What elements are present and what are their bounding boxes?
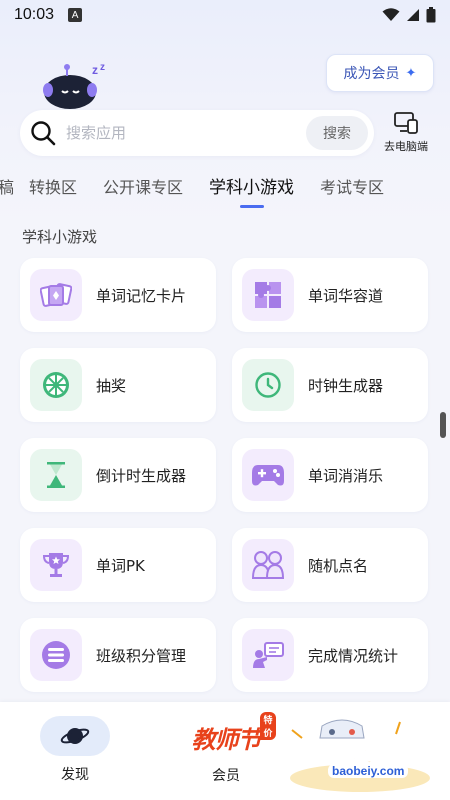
game-card-word-match[interactable]: 单词消消乐: [232, 438, 428, 512]
wifi-icon: [382, 8, 400, 21]
game-card-class-points[interactable]: 班级积分管理: [20, 618, 216, 692]
status-bar: 10:03 A: [0, 0, 450, 30]
sparkle-icon: ✦: [405, 65, 417, 81]
card-label: 完成情况统计: [308, 646, 399, 665]
tab-exam[interactable]: 考试专区: [307, 170, 397, 210]
people-icon: [242, 539, 294, 591]
card-label: 单词消消乐: [308, 466, 384, 485]
notification-icon: A: [68, 8, 83, 22]
hourglass-icon: [30, 449, 82, 501]
tab-open-class[interactable]: 公开课专区: [90, 170, 196, 210]
cards-icon: [30, 269, 82, 321]
gamepad-icon: [242, 449, 294, 501]
game-card-lottery[interactable]: 抽奖: [20, 348, 216, 422]
search-icon: [31, 121, 56, 146]
nav-discover[interactable]: 发现: [40, 716, 110, 790]
scrollbar-thumb[interactable]: [440, 412, 446, 438]
card-label: 单词PK: [96, 556, 145, 575]
trophy-icon: [30, 539, 82, 591]
watermark-url: baobeiy.com: [328, 764, 409, 778]
mascot-icon: z z: [43, 62, 105, 109]
games-grid: 单词记忆卡片 单词华容道 抽奖 时钟生成器 倒计时生成器 单词消消乐 单词PK …: [20, 258, 430, 692]
watermark-logo: 宝贝游戏网 baobeiy.com: [272, 708, 444, 794]
nav-member-label: 会员: [212, 768, 240, 784]
svg-text:z: z: [92, 63, 98, 77]
pc-link-label: 去电脑端: [384, 140, 428, 153]
clock-icon: [242, 359, 294, 411]
puzzle-icon: [242, 269, 294, 321]
card-label: 单词记忆卡片: [96, 286, 187, 305]
card-label: 时钟生成器: [308, 376, 384, 395]
teacher-festival-text: 教师节: [191, 726, 262, 754]
game-card-countdown-generator[interactable]: 倒计时生成器: [20, 438, 216, 512]
game-card-word-klotski[interactable]: 单词华容道: [232, 258, 428, 332]
go-to-pc-button[interactable]: 去电脑端: [378, 112, 434, 154]
search-bar: 搜索: [20, 110, 374, 156]
card-label: 随机点名: [308, 556, 369, 575]
presenter-icon: [242, 629, 294, 681]
coins-icon: [30, 629, 82, 681]
game-card-random-roll-call[interactable]: 随机点名: [232, 528, 428, 602]
svg-text:z: z: [100, 62, 105, 73]
game-card-word-pk[interactable]: 单词PK: [20, 528, 216, 602]
section-title: 学科小游戏: [22, 228, 98, 246]
tab-manuscript[interactable]: 稿: [0, 170, 27, 210]
card-label: 倒计时生成器: [96, 466, 187, 485]
nav-discover-pill: [40, 716, 110, 756]
game-card-word-memory-cards[interactable]: 单词记忆卡片: [20, 258, 216, 332]
search-input[interactable]: [66, 124, 306, 142]
lottery-wheel-icon: [30, 359, 82, 411]
monitor-phone-icon: [394, 112, 418, 134]
category-tabs: 稿 转换区 公开课专区 学科小游戏 考试专区: [0, 170, 450, 210]
planet-icon: [60, 728, 90, 744]
tab-conversion[interactable]: 转换区: [27, 170, 90, 210]
card-label: 抽奖: [96, 376, 127, 395]
nav-member[interactable]: 教师节 特价 会员: [176, 712, 276, 796]
nav-discover-label: 发现: [61, 767, 89, 783]
tab-subject-games[interactable]: 学科小游戏: [196, 170, 307, 210]
card-label: 班级积分管理: [96, 646, 187, 665]
signal-icon: [407, 9, 419, 21]
become-member-button[interactable]: 成为会员 ✦: [326, 54, 434, 92]
status-icons: [382, 7, 436, 23]
battery-icon: [426, 7, 436, 23]
search-button[interactable]: 搜索: [306, 116, 368, 150]
member-button-label: 成为会员: [343, 66, 400, 82]
status-time: 10:03: [14, 6, 55, 23]
game-card-completion-stats[interactable]: 完成情况统计: [232, 618, 428, 692]
teacher-festival-banner: 教师节 特价: [191, 712, 276, 755]
card-label: 单词华容道: [308, 286, 384, 305]
game-card-clock-generator[interactable]: 时钟生成器: [232, 348, 428, 422]
